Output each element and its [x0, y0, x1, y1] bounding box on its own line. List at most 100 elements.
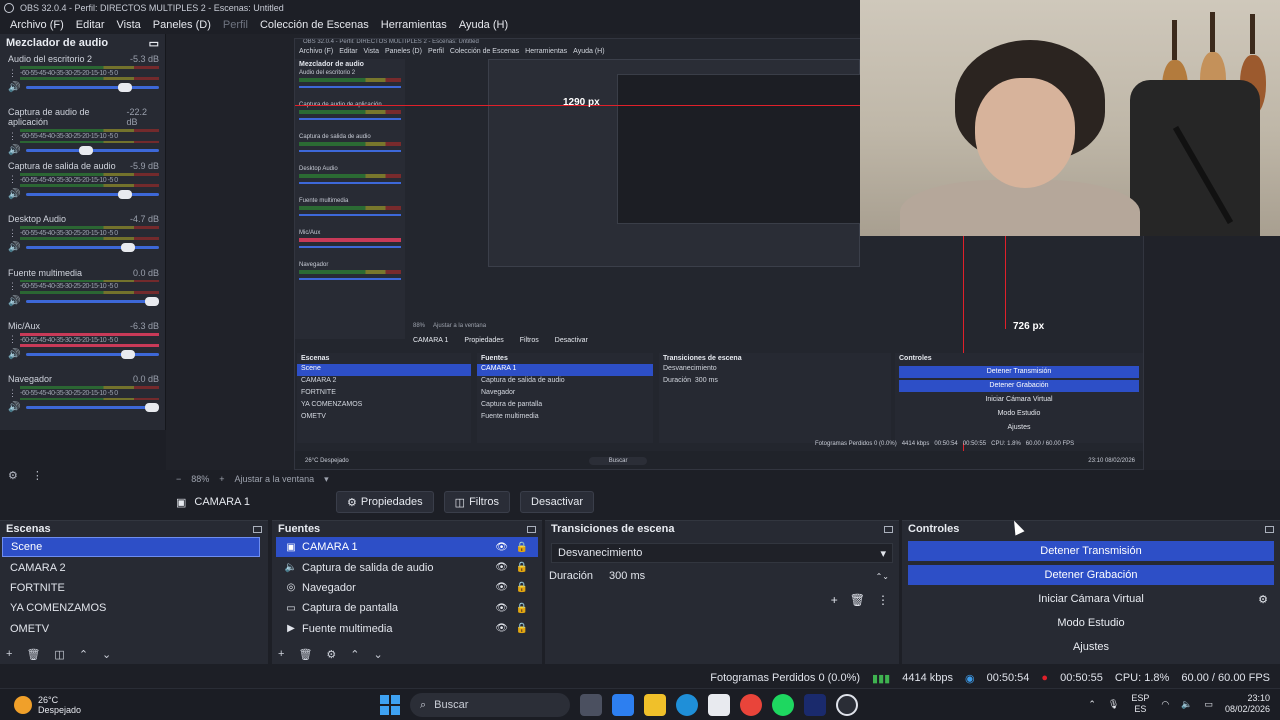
undock-icon[interactable]: ▭ — [149, 37, 159, 50]
speaker-icon[interactable]: 🔊 — [8, 145, 20, 156]
volume-slider[interactable] — [26, 189, 159, 199]
filters-button[interactable]: ◫ Filtros — [443, 491, 511, 513]
speaker-icon[interactable]: 🔊 — [8, 296, 20, 307]
eye-icon[interactable]: 👁 — [495, 582, 508, 593]
move-down-icon[interactable]: ⌄ — [102, 648, 111, 661]
mixer-settings-gear-icon[interactable]: ⚙ — [8, 469, 18, 482]
volume-slider[interactable] — [26, 296, 159, 306]
slider-knob[interactable] — [118, 83, 133, 92]
speaker-icon[interactable]: 🔊 — [8, 82, 20, 93]
lock-icon[interactable]: 🔒 — [516, 623, 528, 634]
weather-widget[interactable]: 26°C Despejado — [0, 695, 180, 715]
scene-item[interactable]: CAMARA 2 — [2, 557, 260, 577]
control-button[interactable]: Detener Grabación — [908, 565, 1274, 585]
undock-icon[interactable] — [253, 525, 262, 533]
taskbar-search[interactable]: ⌕ Buscar — [410, 693, 570, 717]
language-indicator[interactable]: ESP ES — [1131, 693, 1149, 715]
lock-icon[interactable]: 🔒 — [516, 603, 528, 614]
menu-item[interactable]: Ayuda (H) — [453, 19, 514, 31]
channel-menu-icon[interactable]: ⋮ — [8, 68, 17, 77]
volume-slider[interactable] — [26, 349, 159, 359]
scene-item[interactable]: Scene — [2, 537, 260, 558]
app-icon[interactable] — [804, 694, 826, 716]
undock-icon[interactable] — [884, 525, 893, 533]
move-down-icon[interactable]: ⌄ — [374, 648, 383, 661]
eye-icon[interactable]: 👁 — [495, 623, 508, 634]
source-item[interactable]: ▶ Fuente multimedia 👁 🔒 — [276, 619, 538, 639]
undock-icon[interactable] — [527, 525, 536, 533]
undock-icon[interactable] — [1265, 525, 1274, 533]
eye-icon[interactable]: 👁 — [495, 603, 508, 614]
channel-menu-icon[interactable]: ⋮ — [8, 335, 17, 344]
eye-icon[interactable]: 👁 — [495, 562, 508, 573]
volume-slider[interactable] — [26, 243, 159, 253]
chevron-up-icon[interactable]: ⌃ — [1088, 699, 1096, 710]
volume-slider[interactable] — [26, 146, 159, 156]
control-button[interactable]: Ajustes — [908, 637, 1274, 657]
channel-menu-icon[interactable]: ⋮ — [8, 175, 17, 184]
scene-item[interactable]: OMETV — [2, 619, 260, 639]
more-icon[interactable]: ⋮ — [877, 593, 889, 607]
scene-item[interactable]: YA COMENZAMOS — [2, 598, 260, 618]
zoom-in-icon[interactable]: + — [219, 474, 224, 484]
properties-button[interactable]: ⚙ Propiedades — [336, 491, 434, 513]
menu-item[interactable]: Archivo (F) — [4, 19, 70, 31]
source-item[interactable]: ◎ Navegador 👁 🔒 — [276, 578, 538, 598]
file-explorer-icon[interactable] — [644, 694, 666, 716]
wifi-icon[interactable]: ◠ — [1161, 699, 1169, 710]
add-icon[interactable]: + — [278, 648, 284, 660]
menu-item[interactable]: Perfil — [217, 19, 254, 31]
move-up-icon[interactable]: ⌃ — [350, 648, 359, 661]
source-item[interactable]: ▭ Captura de pantalla 👁 🔒 — [276, 598, 538, 618]
volume-slider[interactable] — [26, 83, 159, 92]
control-button[interactable]: Iniciar Cámara Virtual ⚙ — [908, 589, 1274, 609]
spinner-icon[interactable]: ⌃⌄ — [876, 572, 889, 581]
task-view-icon[interactable] — [580, 694, 602, 716]
chrome-icon[interactable] — [740, 694, 762, 716]
mixer-menu-dots-icon[interactable]: ⋮ — [32, 469, 43, 482]
obs-taskbar-icon[interactable] — [836, 694, 858, 716]
channel-menu-icon[interactable]: ⋮ — [8, 388, 17, 397]
fit-window-label[interactable]: Ajustar a la ventana — [235, 474, 315, 484]
slider-knob[interactable] — [78, 146, 93, 156]
volume-slider[interactable] — [26, 403, 159, 413]
store-icon[interactable] — [708, 694, 730, 716]
source-item[interactable]: ▣ CAMARA 1 👁 🔒 — [276, 537, 538, 558]
control-button[interactable]: Modo Estudio — [908, 613, 1274, 633]
speaker-icon[interactable]: 🔊 — [8, 349, 20, 360]
menu-item[interactable]: Herramientas — [375, 19, 453, 31]
channel-menu-icon[interactable]: ⋮ — [8, 131, 17, 140]
edge-icon[interactable] — [676, 694, 698, 716]
channel-menu-icon[interactable]: ⋮ — [8, 228, 17, 237]
slider-knob[interactable] — [121, 349, 136, 359]
volume-icon[interactable]: 🔈 — [1181, 699, 1192, 710]
source-item[interactable]: 🔈 Captura de salida de audio 👁 🔒 — [276, 557, 538, 577]
deactivate-button[interactable]: Desactivar — [520, 491, 594, 513]
trash-icon[interactable]: 🗑 — [26, 648, 40, 661]
trash-icon[interactable]: 🗑 — [298, 648, 312, 661]
fit-dropdown-icon[interactable]: ▾ — [324, 474, 329, 485]
channel-menu-icon[interactable]: ⋮ — [8, 282, 17, 291]
add-icon[interactable]: + — [6, 648, 12, 660]
gear-icon[interactable]: ⚙ — [1258, 593, 1268, 606]
scene-item[interactable]: FORTNITE — [2, 578, 260, 598]
speaker-icon[interactable]: 🔊 — [8, 402, 20, 413]
add-icon[interactable]: + — [831, 593, 838, 607]
spotify-icon[interactable] — [772, 694, 794, 716]
lock-icon[interactable]: 🔒 — [516, 562, 528, 573]
menu-item[interactable]: Vista — [111, 19, 147, 31]
slider-knob[interactable] — [145, 403, 159, 413]
menu-item[interactable]: Editar — [70, 19, 111, 31]
mic-icon[interactable]: 🎙 — [1108, 699, 1119, 710]
slider-knob[interactable] — [121, 243, 136, 253]
clock[interactable]: 23:10 08/02/2026 — [1225, 693, 1270, 715]
transition-select[interactable]: Desvanecimiento ▾ — [551, 543, 893, 563]
copilot-icon[interactable] — [612, 694, 634, 716]
speaker-icon[interactable]: 🔊 — [8, 242, 20, 253]
zoom-out-icon[interactable]: − — [176, 474, 181, 484]
windows-start-icon[interactable] — [380, 695, 400, 715]
slider-knob[interactable] — [145, 296, 159, 306]
menu-item[interactable]: Paneles (D) — [147, 19, 217, 31]
move-up-icon[interactable]: ⌃ — [79, 648, 88, 661]
duration-input[interactable]: 300 ms ⌃⌄ — [603, 567, 895, 585]
